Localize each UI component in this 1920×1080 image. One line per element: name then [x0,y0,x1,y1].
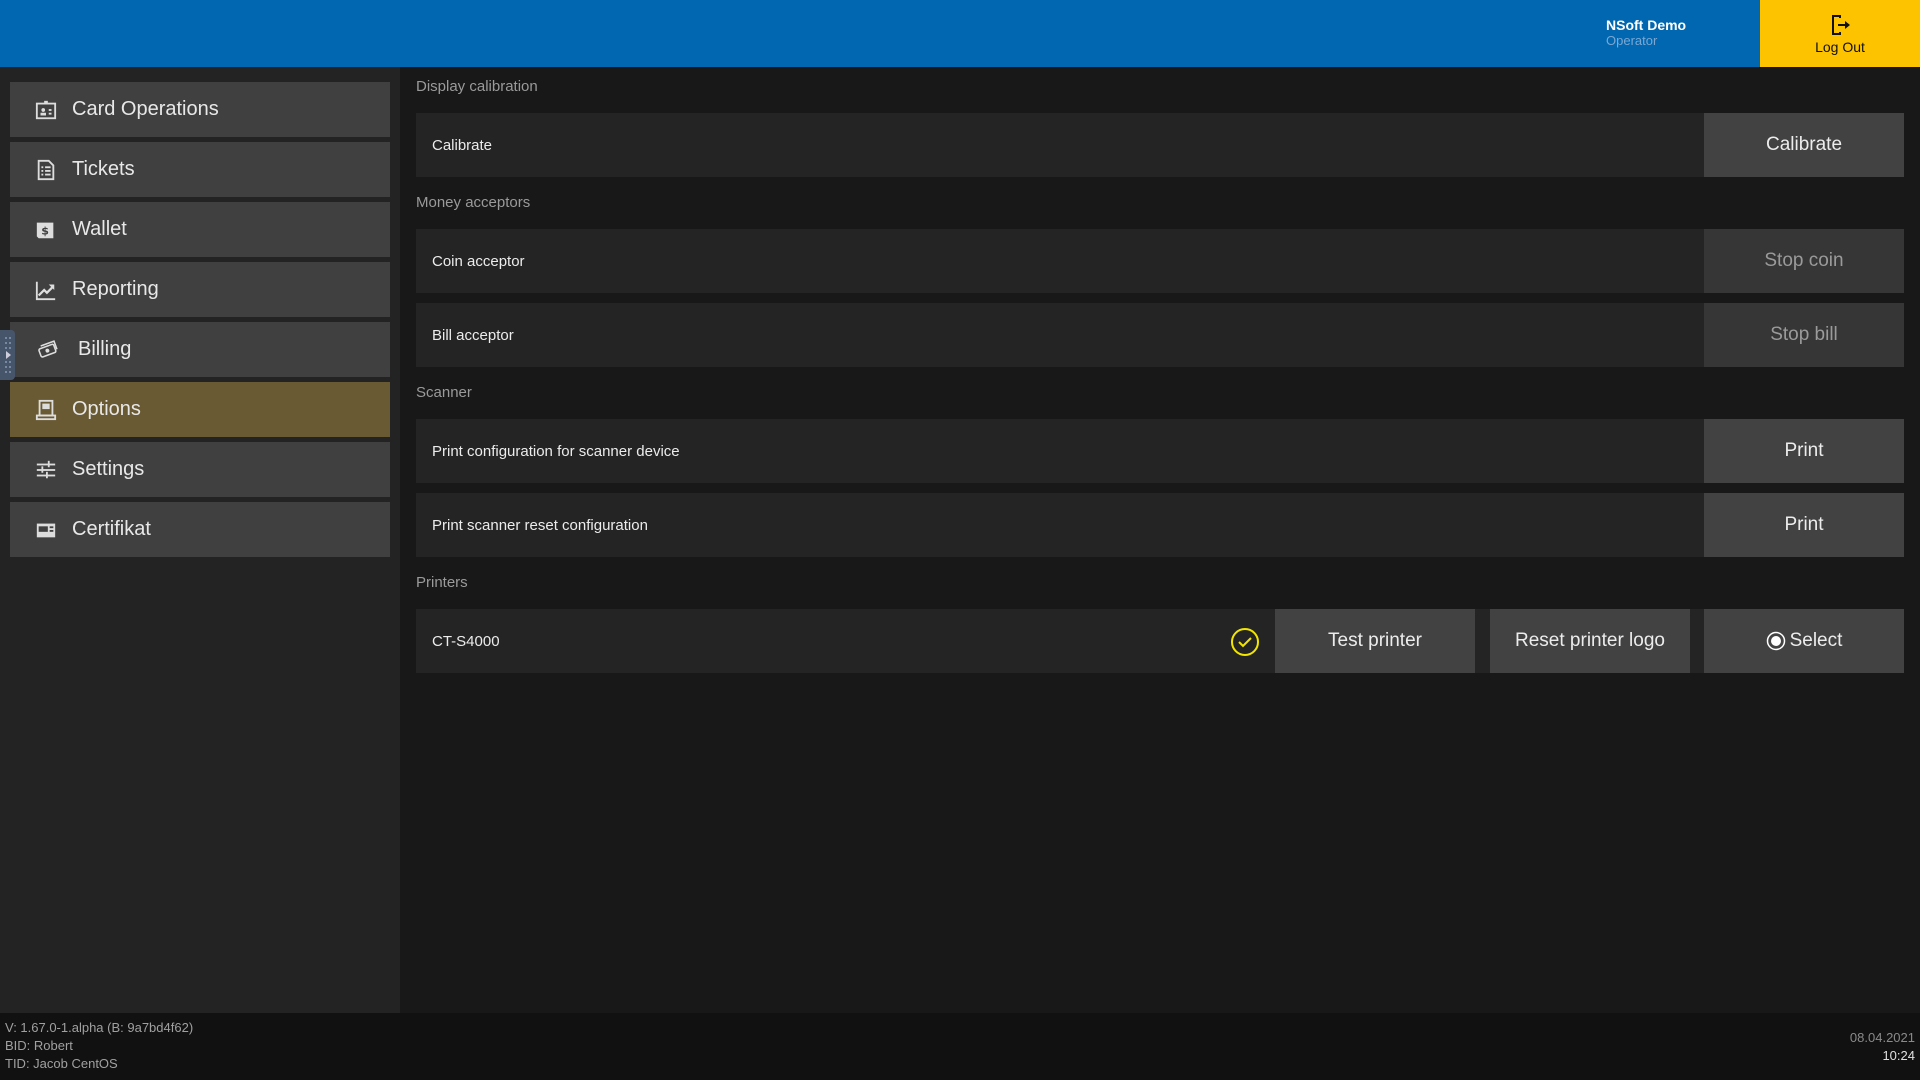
stop-bill-button[interactable]: Stop bill [1704,303,1904,367]
id-card-icon [34,98,58,122]
bid-text: BID: Robert [5,1038,73,1053]
version-text: V: 1.67.0-1.alpha (B: 9a7bd4f62) [5,1020,194,1035]
kiosk-icon [34,398,58,422]
footer: V: 1.67.0-1.alpha (B: 9a7bd4f62) BID: Ro… [0,1013,1920,1080]
sidebar-item-label: Certifikat [72,518,151,540]
sidebar-item-label: Settings [72,458,145,480]
select-label: Select [1789,630,1843,651]
certificate-icon [34,518,58,542]
print-scanner-reset-button[interactable]: Print [1704,493,1904,557]
sliders-icon [34,458,58,482]
sidebar-item-label: Reporting [72,278,159,300]
ticket-list-icon [34,158,58,182]
sidebar-item-wallet[interactable]: $ Wallet [10,202,390,257]
expand-arrow-icon [4,337,11,373]
sidebar-item-label: Options [72,398,141,420]
time-text: 10:24 [1882,1048,1915,1063]
sidebar-item-label: Wallet [72,218,127,240]
calibrate-button[interactable]: Calibrate [1704,113,1904,177]
row-label: Print configuration for scanner device [432,442,680,460]
row-label: Coin acceptor [432,252,525,270]
stop-coin-button[interactable]: Stop coin [1704,229,1904,293]
sidebar-item-card-operations[interactable]: Card Operations [10,82,390,137]
row-print-scanner-reset: Print scanner reset configuration Print [416,493,1904,557]
print-scanner-config-button[interactable]: Print [1704,419,1904,483]
chart-trend-icon [34,278,58,302]
row-calibrate: Calibrate Calibrate [416,113,1904,177]
sidebar-item-tickets[interactable]: Tickets [10,142,390,197]
svg-text:$: $ [41,224,49,237]
datetime: 08.04.2021 10:24 [1850,1029,1915,1065]
row-bill-acceptor: Bill acceptor Stop bill [416,303,1904,367]
section-title-money-acceptors: Money acceptors [416,194,531,211]
sidebar-item-settings[interactable]: Settings [10,442,390,497]
row-label: Print scanner reset configuration [432,516,648,534]
logout-button[interactable]: Log Out [1760,0,1920,67]
sidebar-toggle-handle[interactable] [0,330,15,380]
logout-icon [1832,14,1850,35]
check-circle-icon [1231,628,1259,656]
section-title-scanner: Scanner [416,384,472,401]
tid-text: TID: Jacob CentOS [5,1056,118,1071]
sidebar-item-reporting[interactable]: Reporting [10,262,390,317]
sidebar-item-label: Billing [78,338,132,360]
date-text: 08.04.2021 [1849,1030,1915,1045]
section-title-printers: Printers [416,574,468,591]
sidebar-item-label: Card Operations [72,98,219,120]
build-info: V: 1.67.0-1.alpha (B: 9a7bd4f62) BID: Ro… [5,1019,193,1073]
user-name: NSoft Demo [1606,17,1687,33]
row-label: Calibrate [432,136,493,154]
sidebar-item-certifikat[interactable]: Certifikat [10,502,390,557]
radio-selected-icon [1766,631,1785,651]
top-header: NSoft Demo Operator Log Out [0,0,1920,67]
money-bills-icon [34,338,62,362]
logout-label: Log Out [1815,38,1865,55]
row-printer: CT-S4000 Test printer Reset printer logo… [416,609,1904,673]
row-coin-acceptor: Coin acceptor Stop coin [416,229,1904,293]
section-title-display-calibration: Display calibration [416,78,538,95]
test-printer-button[interactable]: Test printer [1275,609,1475,673]
wallet-dollar-icon: $ [34,218,58,242]
sidebar-item-label: Tickets [72,158,135,180]
row-label: Bill acceptor [432,326,514,344]
sidebar-item-options[interactable]: Options [10,382,390,437]
select-printer-button[interactable]: Select [1704,609,1904,673]
reset-printer-logo-button[interactable]: Reset printer logo [1490,609,1690,673]
sidebar-item-billing[interactable]: Billing [10,322,390,377]
user-role: Operator [1606,33,1658,48]
row-print-scanner-config: Print configuration for scanner device P… [416,419,1904,483]
user-info: NSoft Demo Operator [1606,17,1686,48]
